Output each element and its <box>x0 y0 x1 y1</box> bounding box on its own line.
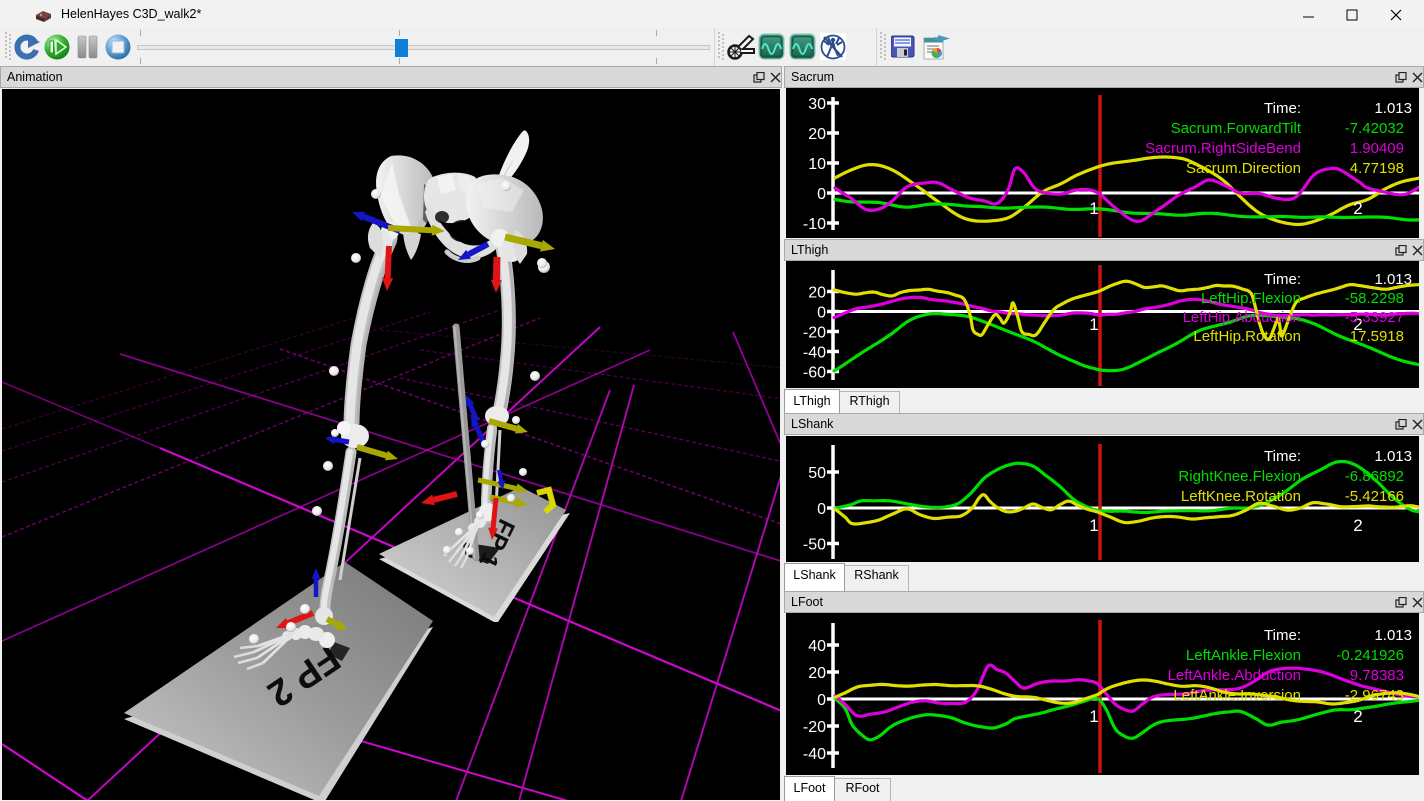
svg-text:-10: -10 <box>803 216 826 233</box>
svg-text:1: 1 <box>1089 199 1098 218</box>
svg-text:2: 2 <box>1353 707 1362 726</box>
svg-text:LeftKnee.Rotation: LeftKnee.Rotation <box>1181 488 1301 505</box>
svg-text:-50: -50 <box>803 537 826 554</box>
svg-text:LeftHip.Rotation: LeftHip.Rotation <box>1193 328 1301 345</box>
svg-text:-20: -20 <box>803 719 826 736</box>
svg-text:-40: -40 <box>803 345 826 362</box>
svg-text:0: 0 <box>817 692 826 709</box>
svg-text:1.013: 1.013 <box>1374 448 1412 465</box>
svg-text:30: 30 <box>808 96 826 113</box>
svg-text:Time:: Time: <box>1264 627 1301 644</box>
svg-text:RightKnee.Flexion: RightKnee.Flexion <box>1178 468 1301 485</box>
svg-text:2: 2 <box>1353 199 1362 218</box>
svg-text:-40: -40 <box>803 746 826 763</box>
svg-text:40: 40 <box>808 638 826 655</box>
svg-text:1.013: 1.013 <box>1374 100 1412 117</box>
svg-text:Sacrum.ForwardTilt: Sacrum.ForwardTilt <box>1171 120 1302 137</box>
svg-text:Sacrum.RightSideBend: Sacrum.RightSideBend <box>1145 140 1301 157</box>
svg-text:Time:: Time: <box>1264 448 1301 465</box>
svg-text:2: 2 <box>1353 516 1362 535</box>
svg-text:-5.33927: -5.33927 <box>1345 309 1404 326</box>
svg-text:-7.42032: -7.42032 <box>1345 120 1404 137</box>
svg-text:-58.2298: -58.2298 <box>1345 290 1404 307</box>
svg-text:50: 50 <box>808 465 826 482</box>
svg-text:LeftHip.Flexion: LeftHip.Flexion <box>1201 290 1301 307</box>
svg-text:LeftHip.Abduction: LeftHip.Abduction <box>1183 309 1301 326</box>
svg-text:0: 0 <box>817 305 826 322</box>
svg-text:-5.42166: -5.42166 <box>1345 488 1404 505</box>
svg-text:0: 0 <box>817 186 826 203</box>
svg-text:20: 20 <box>808 665 826 682</box>
svg-text:20: 20 <box>808 126 826 143</box>
svg-text:1.013: 1.013 <box>1374 271 1412 288</box>
svg-text:-60: -60 <box>803 365 826 382</box>
svg-text:9.78383: 9.78383 <box>1350 667 1404 684</box>
svg-text:20: 20 <box>808 285 826 302</box>
svg-text:0: 0 <box>817 501 826 518</box>
svg-text:-2.96743: -2.96743 <box>1345 687 1404 704</box>
svg-text:LeftAnkle.Abduction: LeftAnkle.Abduction <box>1168 667 1301 684</box>
svg-text:LeftAnkle.Inversion: LeftAnkle.Inversion <box>1173 687 1301 704</box>
svg-text:-20: -20 <box>803 325 826 342</box>
svg-text:1.013: 1.013 <box>1374 627 1412 644</box>
svg-text:1.90409: 1.90409 <box>1350 140 1404 157</box>
svg-text:Sacrum.Direction: Sacrum.Direction <box>1186 160 1301 177</box>
svg-text:-0.241926: -0.241926 <box>1336 647 1404 664</box>
svg-text:-6.86892: -6.86892 <box>1345 468 1404 485</box>
svg-text:LeftAnkle.Flexion: LeftAnkle.Flexion <box>1186 647 1301 664</box>
svg-text:1: 1 <box>1089 315 1098 334</box>
svg-text:Time:: Time: <box>1264 271 1301 288</box>
svg-text:17.5918: 17.5918 <box>1350 328 1404 345</box>
svg-text:10: 10 <box>808 156 826 173</box>
svg-text:1: 1 <box>1089 707 1098 726</box>
svg-text:4.77198: 4.77198 <box>1350 160 1404 177</box>
svg-text:Time:: Time: <box>1264 100 1301 117</box>
svg-text:1: 1 <box>1089 516 1098 535</box>
